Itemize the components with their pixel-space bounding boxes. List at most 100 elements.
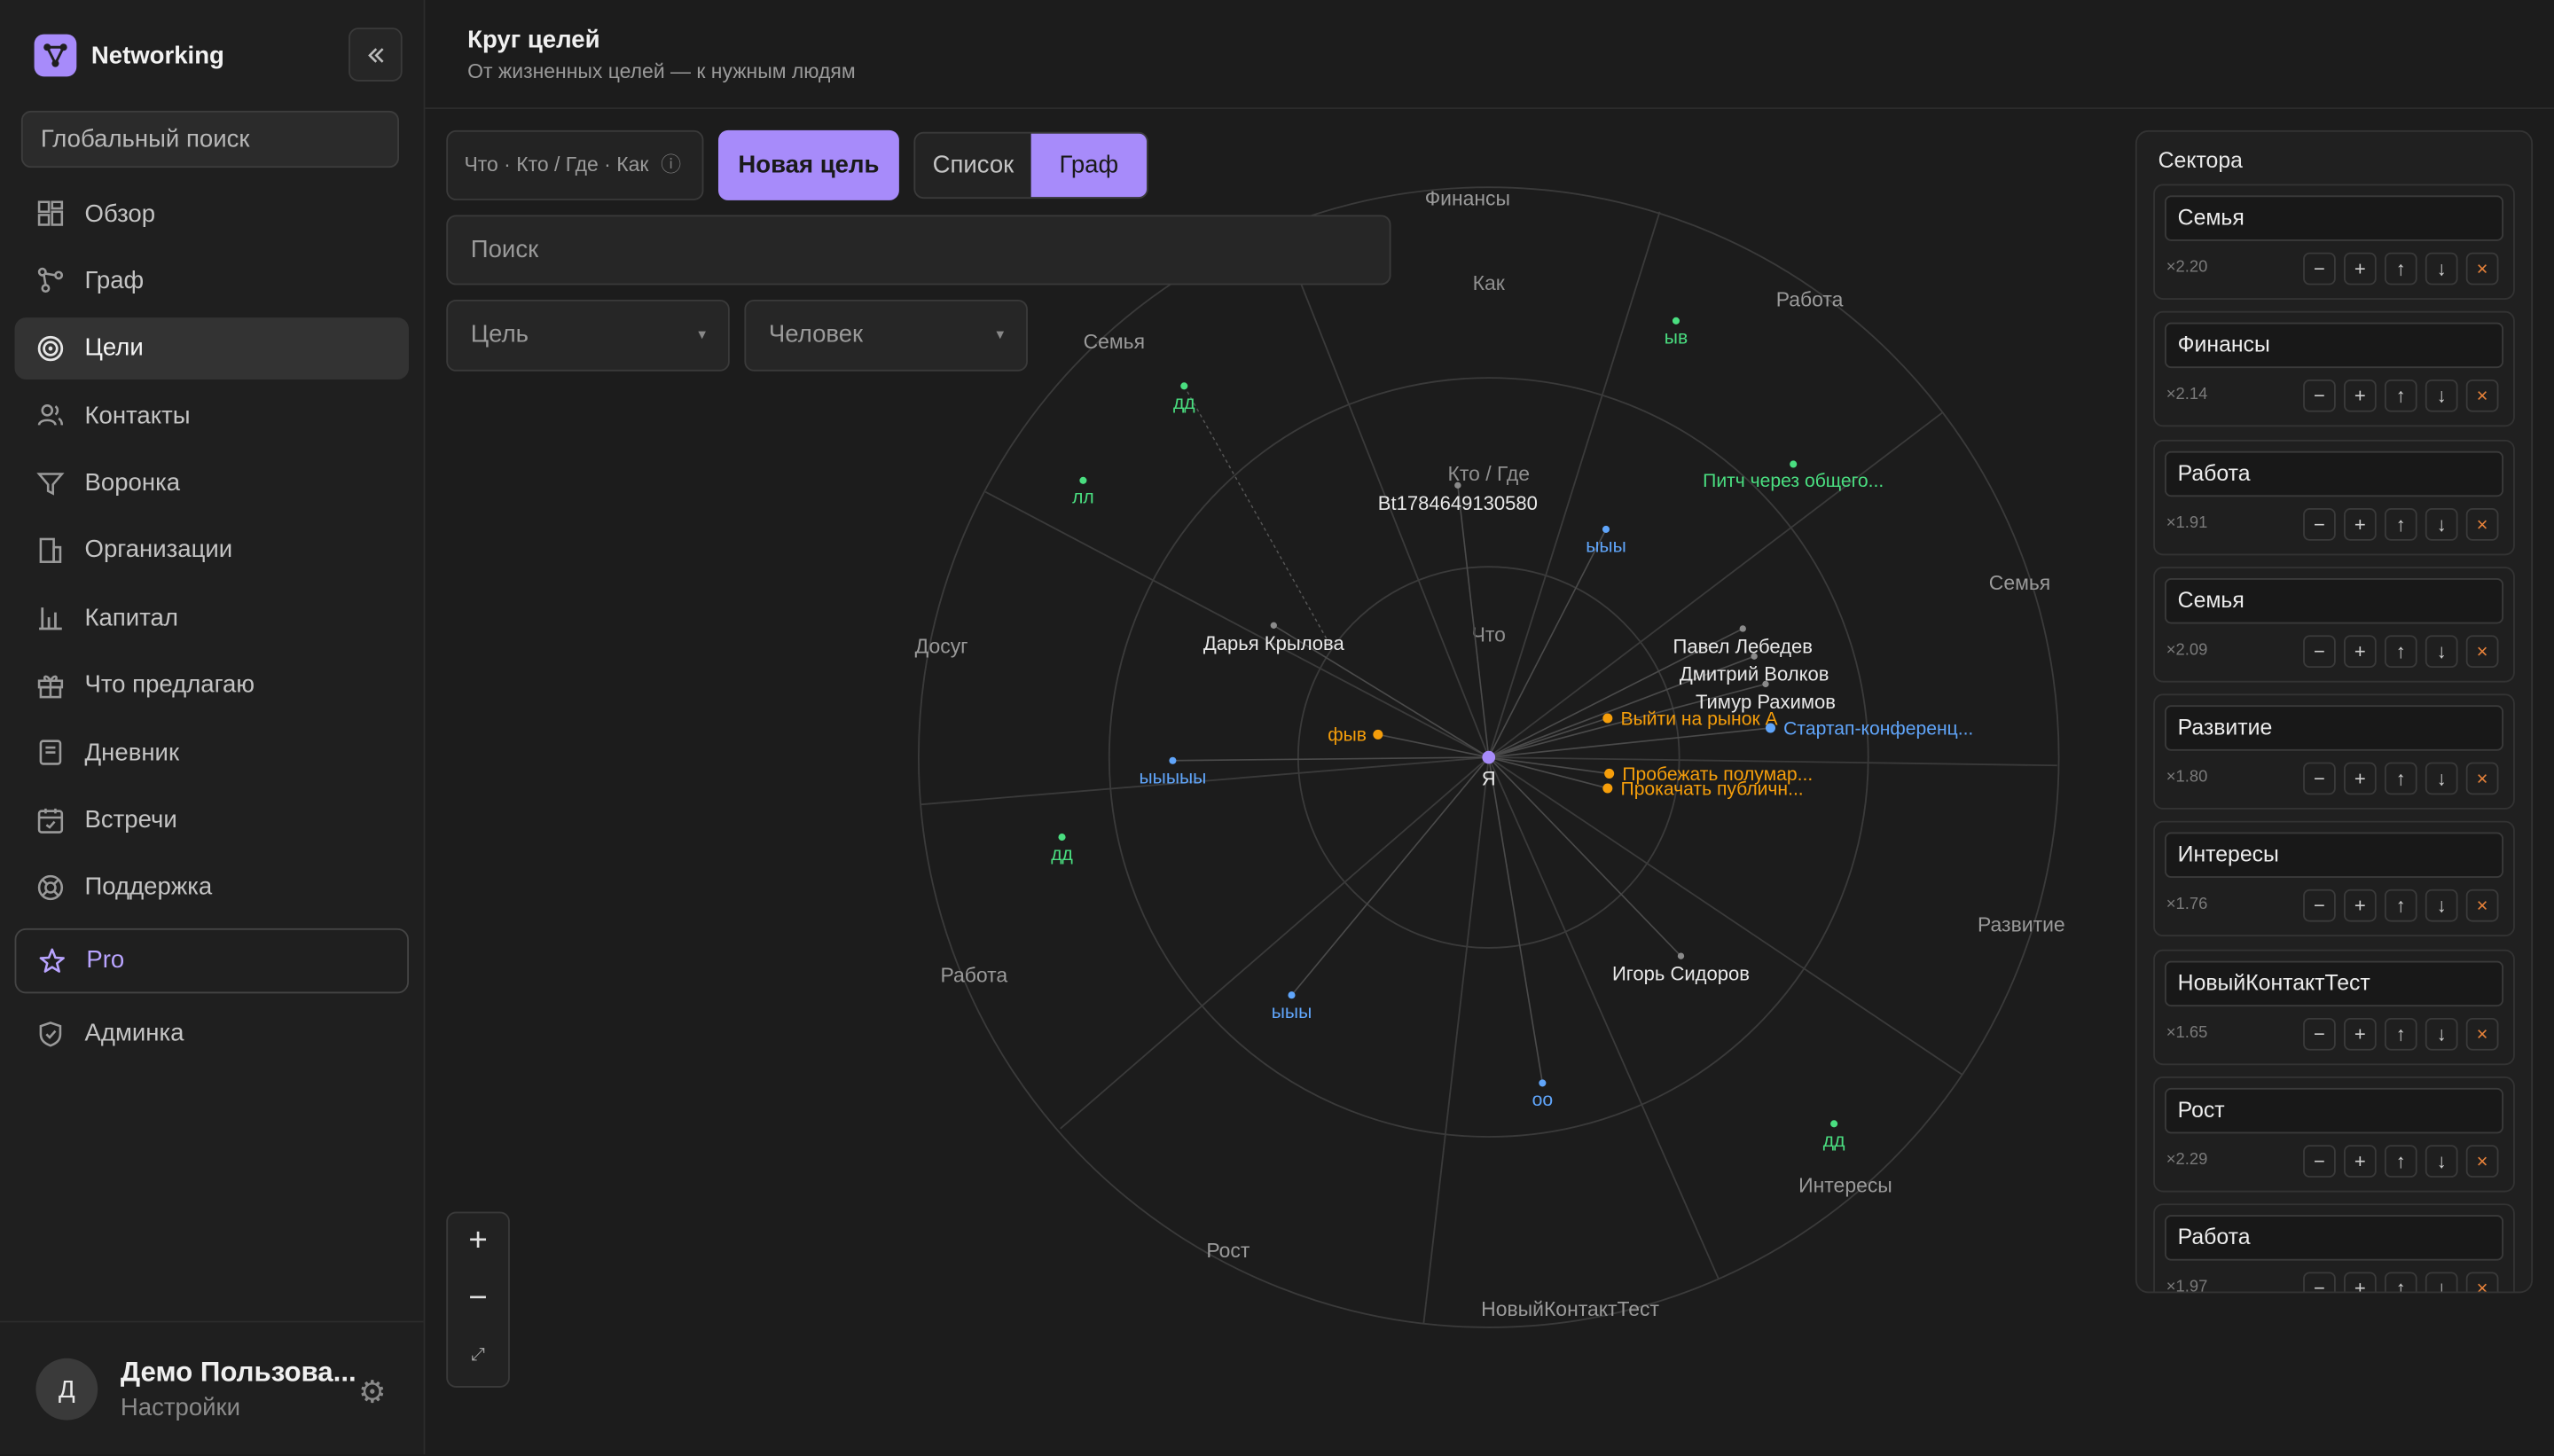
sidebar-item-graph[interactable]: Граф [15,250,409,312]
fit-view-button[interactable]: ⤢ [448,1327,508,1384]
ring-label: Кто / Где [1447,462,1530,485]
bar-chart-icon [39,607,62,630]
decrease-weight-button[interactable]: − [2303,252,2336,286]
collapse-sidebar-button[interactable] [349,27,403,82]
global-search-input[interactable]: Глобальный поиск [20,110,399,168]
sector-name-input[interactable]: НовыйКонтактТест [2164,960,2504,1006]
delete-sector-button[interactable]: × [2465,252,2499,286]
delete-sector-button[interactable]: × [2465,1017,2499,1051]
sidebar-item-capital[interactable]: Капитал [15,587,409,649]
move-down-button[interactable]: ↓ [2425,380,2458,413]
avatar[interactable]: Д [35,1358,98,1421]
delete-sector-button[interactable]: × [2465,507,2499,541]
sidebar-item-offers[interactable]: Что предлагаю [15,654,409,716]
sector-weight: ×1.80 [2166,769,2208,787]
sidebar-item-funnel[interactable]: Воронка [15,452,409,514]
link-goal [1488,756,1609,789]
decrease-weight-button[interactable]: − [2303,762,2336,795]
layer-hint[interactable]: Что · Кто / Где · Как ⓘ [446,129,704,200]
link-goal [1488,528,1607,758]
goal-label: оо [1532,1090,1553,1110]
increase-weight-button[interactable]: + [2344,889,2377,923]
move-down-button[interactable]: ↓ [2425,635,2458,668]
sidebar-item-organizations[interactable]: Организации [15,520,409,582]
move-up-button[interactable]: ↑ [2384,252,2417,286]
sector-name-input[interactable]: Рост [2164,1088,2504,1134]
sidebar-item-label: Граф [84,267,145,295]
zoom-out-button[interactable]: − [448,1271,508,1327]
move-down-button[interactable]: ↓ [2425,762,2458,795]
increase-weight-button[interactable]: + [2344,1017,2377,1051]
delete-sector-button[interactable]: × [2465,1272,2499,1292]
view-list-button[interactable]: Список [915,134,1030,198]
move-down-button[interactable]: ↓ [2425,1017,2458,1051]
sector-name-input[interactable]: Семья [2164,577,2504,624]
move-up-button[interactable]: ↑ [2384,507,2417,541]
user-name[interactable]: Демо Пользова... [121,1357,356,1389]
move-up-button[interactable]: ↑ [2384,762,2417,795]
decrease-weight-button[interactable]: − [2303,889,2336,923]
sector-name-input[interactable]: Семья [2164,195,2504,241]
brand-name: Networking [90,41,224,70]
move-up-button[interactable]: ↑ [2384,1017,2417,1051]
sidebar-item-label: Цели [84,334,144,363]
sector-name-input[interactable]: Работа [2164,450,2504,497]
sector-divider [1060,756,1490,1130]
increase-weight-button[interactable]: + [2344,762,2377,795]
person-filter-select[interactable]: Человек ▼ [744,299,1028,372]
search-input[interactable]: Поиск [446,215,1391,286]
increase-weight-button[interactable]: + [2344,1272,2377,1292]
brand[interactable]: Networking [34,34,224,77]
sector-name-input[interactable]: Работа [2164,1215,2504,1262]
delete-sector-button[interactable]: × [2465,762,2499,795]
move-down-button[interactable]: ↓ [2425,507,2458,541]
move-up-button[interactable]: ↑ [2384,889,2417,923]
target-icon [37,335,64,361]
move-up-button[interactable]: ↑ [2384,1145,2417,1178]
increase-weight-button[interactable]: + [2344,635,2377,668]
gear-icon[interactable]: ⚙ [358,1374,386,1412]
move-down-button[interactable]: ↓ [2425,1145,2458,1178]
move-down-button[interactable]: ↓ [2425,252,2458,286]
move-down-button[interactable]: ↓ [2425,889,2458,923]
sector-label: Рост [1206,1239,1250,1262]
move-down-button[interactable]: ↓ [2425,1272,2458,1292]
sector-name-input[interactable]: Интересы [2164,833,2504,879]
move-up-button[interactable]: ↑ [2384,1272,2417,1292]
increase-weight-button[interactable]: + [2344,507,2377,541]
sidebar-item-meetings[interactable]: Встречи [15,789,409,851]
settings-link[interactable]: Настройки [121,1394,240,1421]
sidebar-item-pro[interactable]: Pro [14,928,410,994]
goal-filter-select[interactable]: Цель ▼ [446,299,730,372]
move-up-button[interactable]: ↑ [2384,380,2417,413]
increase-weight-button[interactable]: + [2344,1145,2377,1178]
sector-name-input[interactable]: Финансы [2164,323,2504,369]
sidebar-item-goals[interactable]: Цели [14,317,410,380]
increase-weight-button[interactable]: + [2344,380,2377,413]
decrease-weight-button[interactable]: − [2303,507,2336,541]
sidebar-item-diary[interactable]: Дневник [15,722,409,784]
info-icon[interactable]: ⓘ [661,153,681,176]
move-up-button[interactable]: ↑ [2384,635,2417,668]
sidebar-item-overview[interactable]: Обзор [15,183,409,245]
decrease-weight-button[interactable]: − [2303,1145,2336,1178]
decrease-weight-button[interactable]: − [2303,635,2336,668]
delete-sector-button[interactable]: × [2465,380,2499,413]
new-goal-button[interactable]: Новая цель [717,129,899,200]
delete-sector-button[interactable]: × [2465,1145,2499,1178]
link-dashed [1183,385,1330,644]
delete-sector-button[interactable]: × [2465,635,2499,668]
graph-icon [37,268,64,294]
zoom-in-button[interactable]: + [448,1213,508,1270]
decrease-weight-button[interactable]: − [2303,1017,2336,1051]
view-graph-button[interactable]: Граф [1030,133,1148,198]
sector-name-input[interactable]: Развитие [2164,705,2504,752]
decrease-weight-button[interactable]: − [2303,1272,2336,1292]
sidebar-item-contacts[interactable]: Контакты [15,385,409,447]
sidebar-item-admin[interactable]: Админка [15,1003,409,1065]
increase-weight-button[interactable]: + [2344,252,2377,286]
delete-sector-button[interactable]: × [2465,889,2499,923]
sidebar-item-support[interactable]: Поддержка [15,857,409,919]
decrease-weight-button[interactable]: − [2303,380,2336,413]
ring-2 [1108,377,1869,1138]
